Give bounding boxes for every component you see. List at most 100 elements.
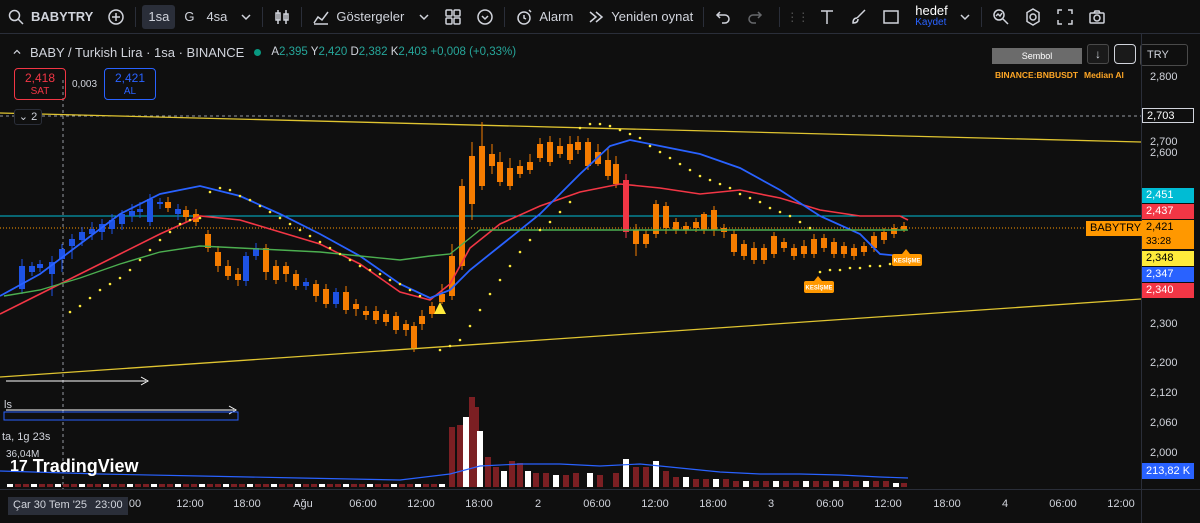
sembol-header[interactable]: Sembol: [992, 48, 1082, 64]
timeframe-1h[interactable]: 1sa: [139, 0, 178, 34]
replay-button[interactable]: Yeniden oynat: [580, 0, 700, 34]
psar-dot: [708, 178, 712, 182]
undo-icon: [714, 8, 732, 26]
text-tool[interactable]: [811, 0, 843, 34]
volume-bar: [159, 484, 165, 487]
psar-dot: [568, 200, 572, 204]
chart-type-button[interactable]: [266, 0, 298, 34]
sell-button[interactable]: 2,418 SAT: [14, 68, 66, 100]
timeframe-4h[interactable]: 4sa: [200, 0, 233, 34]
layout-dropdown[interactable]: [952, 0, 978, 34]
volume-bar: [803, 481, 809, 487]
volume-bar: [493, 467, 499, 487]
volume-bar: [533, 473, 539, 487]
psar-dot: [638, 136, 642, 140]
volume-bar: [633, 467, 639, 487]
timeframe-dropdown[interactable]: [233, 0, 259, 34]
compare-button[interactable]: [100, 0, 132, 34]
volume-bar: [597, 475, 603, 487]
tradingview-logo[interactable]: 17 TradingView: [10, 456, 139, 477]
indicator-collapse-button[interactable]: ⌄ 2: [14, 109, 42, 125]
volume-bar: [543, 473, 549, 487]
volume-bar: [553, 475, 559, 487]
price-plot[interactable]: KESİŞME KESİŞME: [0, 34, 1141, 489]
price-axis[interactable]: 2,800 2,700 2,600 2,300 2,200 2,120 2,06…: [1141, 34, 1200, 489]
alarm-button[interactable]: Alarm: [508, 0, 580, 34]
symbol-search[interactable]: BABYTRY: [0, 0, 100, 34]
volume-bar: [773, 481, 779, 487]
brush-tool[interactable]: [843, 0, 875, 34]
chevron-down-icon: [237, 8, 255, 26]
psar-dot: [838, 268, 842, 272]
volume-bar: [111, 484, 117, 487]
candle-body: [119, 214, 125, 224]
crosshair-date-label: Çar 30 Tem '25 23:00: [8, 497, 128, 515]
psar-dot: [788, 214, 792, 218]
open-value: 2,395: [279, 46, 308, 58]
time-axis[interactable]: 00 12:00 18:00 Ağu 06:00 12:00 18:00 2 06:00 12:0…: [0, 489, 1141, 523]
countdown-label: 33:28: [1142, 234, 1194, 249]
candle-body: [673, 222, 679, 230]
psar-dot: [108, 282, 112, 286]
quick-search-button[interactable]: [985, 0, 1017, 34]
candle-body: [613, 164, 619, 184]
price-tick: 2,600: [1150, 147, 1178, 159]
layouts-button[interactable]: [437, 0, 469, 34]
volume-bar: [399, 484, 405, 487]
divider: [262, 6, 264, 27]
psar-dot: [168, 230, 172, 234]
undo-button[interactable]: [707, 0, 739, 34]
more-button[interactable]: [469, 0, 501, 34]
time-tick: 18:00: [933, 498, 961, 510]
psar-dot: [308, 234, 312, 238]
indicators-button[interactable]: Göstergeler: [305, 0, 411, 34]
divider: [703, 6, 705, 27]
psar-dot: [288, 222, 292, 226]
psar-dot: [118, 276, 122, 280]
time-tick: 18:00: [465, 498, 493, 510]
divider: [980, 6, 982, 27]
chart-area[interactable]: KESİŞME KESİŞME BABY / Turkish Lira · 1sa…: [0, 34, 1200, 523]
volume-bar: [893, 483, 899, 487]
volume-bar: [271, 484, 277, 487]
rectangle-tool[interactable]: [875, 0, 907, 34]
volume-bar: [63, 484, 69, 487]
settings-button[interactable]: [1017, 0, 1049, 34]
candle-body: [419, 316, 425, 324]
axis-corner: [1141, 489, 1200, 523]
psar-dot: [688, 168, 692, 172]
volume-bar: [287, 484, 293, 487]
candle-body: [881, 232, 887, 240]
price-label-2451: 2,451: [1142, 188, 1194, 203]
volume-bar: [79, 484, 85, 487]
fullscreen-button[interactable]: [1049, 0, 1081, 34]
indicators-dropdown[interactable]: [411, 0, 437, 34]
download-button[interactable]: ↓: [1087, 44, 1109, 64]
time-tick: 12:00: [641, 498, 669, 510]
collapse-legend-icon[interactable]: [10, 43, 24, 61]
volume-bar: [359, 484, 365, 487]
close-value: 2,403: [398, 46, 428, 58]
replay-label: Yeniden oynat: [611, 9, 694, 24]
price-label-2347: 2,347: [1142, 267, 1194, 282]
price-tick: 2,300: [1150, 318, 1178, 330]
buy-button[interactable]: 2,421 AL: [104, 68, 156, 100]
redo-button[interactable]: [739, 0, 771, 34]
screen-mode-button[interactable]: [1114, 44, 1136, 64]
psar-dot: [668, 156, 672, 160]
candle-body: [761, 248, 767, 260]
volume-bar: [335, 484, 341, 487]
candle-body: [215, 252, 221, 266]
time-tick: 06:00: [816, 498, 844, 510]
timeframe-1d[interactable]: G: [178, 0, 200, 34]
layout-menu[interactable]: hedef Kaydet: [907, 0, 952, 34]
volume-bar: [247, 484, 253, 487]
drag-handle[interactable]: ⋮⋮: [783, 0, 811, 34]
volume-bar: [853, 481, 859, 487]
gear-icon: [1024, 7, 1042, 26]
screenshot-button[interactable]: [1081, 0, 1113, 34]
psar-dot: [198, 216, 202, 220]
psar-dot: [818, 270, 822, 274]
candle-body: [313, 284, 319, 296]
volume-bar: [673, 477, 679, 487]
